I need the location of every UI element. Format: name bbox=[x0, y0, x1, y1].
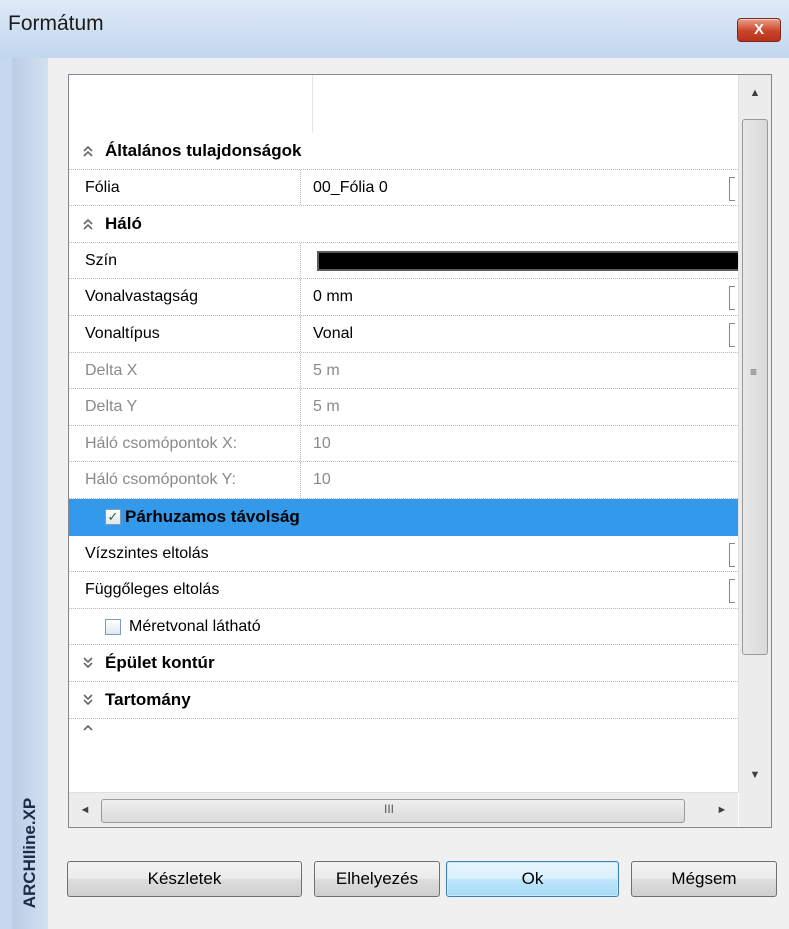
side-brand-label: ARCHIline.XP bbox=[12, 778, 48, 928]
horizontal-scroll-thumb[interactable]: III bbox=[101, 799, 685, 823]
category-building-outline-label: Épület kontúr bbox=[105, 653, 215, 673]
ok-button[interactable]: Ok bbox=[446, 861, 619, 897]
property-value-line-type[interactable]: Vonal bbox=[313, 316, 738, 352]
property-name: Delta Y bbox=[69, 389, 301, 425]
parallel-distance-checkbox[interactable]: ✓ bbox=[105, 508, 121, 525]
expand-chevron-icon[interactable] bbox=[81, 693, 95, 707]
close-icon: X bbox=[753, 21, 764, 38]
property-row-nodes-x: Háló csomópontok X: 10 bbox=[69, 425, 738, 463]
property-row-line-type[interactable]: Vonaltípus Vonal bbox=[69, 315, 738, 353]
dropdown-edge[interactable] bbox=[729, 579, 735, 604]
property-rows: Általános tulajdonságok Fólia 00_Fólia 0… bbox=[69, 133, 738, 735]
property-row-delta-y: Delta Y 5 m bbox=[69, 389, 738, 426]
horizontal-scrollbar[interactable]: ◄ III ► bbox=[69, 792, 738, 827]
property-name: Fólia bbox=[69, 169, 301, 206]
scrollbar-corner bbox=[739, 793, 771, 827]
category-building-outline[interactable]: Épület kontúr bbox=[69, 645, 738, 682]
cancel-button[interactable]: Mégsem bbox=[631, 861, 777, 897]
property-row-delta-x: Delta X 5 m bbox=[69, 352, 738, 390]
property-row-vertical-offset[interactable]: Függőleges eltolás bbox=[69, 572, 738, 609]
property-value-color[interactable] bbox=[313, 243, 738, 279]
color-swatch[interactable] bbox=[317, 250, 738, 271]
property-name: Háló csomópontok X: bbox=[69, 425, 301, 462]
category-parallel-distance[interactable]: ✓ Párhuzamos távolság bbox=[69, 498, 738, 536]
category-range[interactable]: Tartomány bbox=[69, 681, 738, 719]
property-value-nodes-x: 10 bbox=[313, 434, 331, 452]
dropdown-edge[interactable] bbox=[729, 176, 735, 201]
category-range-label: Tartomány bbox=[105, 689, 191, 709]
category-grid-label: Háló bbox=[105, 214, 142, 234]
property-name: Vonaltípus bbox=[69, 315, 301, 352]
scroll-left-arrow-icon[interactable]: ◄ bbox=[71, 793, 99, 827]
title-bar: Formátum X bbox=[0, 0, 789, 58]
scroll-right-arrow-icon[interactable]: ► bbox=[708, 793, 736, 827]
property-row-dimension-visible[interactable]: Méretvonal látható bbox=[69, 609, 738, 646]
property-value-folia[interactable]: 00_Fólia 0 bbox=[313, 170, 738, 206]
grid-header-separator bbox=[312, 75, 313, 133]
property-name: Függőleges eltolás bbox=[85, 581, 220, 599]
property-row-line-width[interactable]: Vonalvastagság 0 mm bbox=[69, 279, 738, 316]
checkmark-icon: ✓ bbox=[107, 508, 119, 524]
category-parallel-label: Párhuzamos távolság bbox=[125, 506, 300, 526]
dropdown-edge[interactable] bbox=[729, 286, 735, 311]
property-value-delta-y: 5 m bbox=[313, 398, 340, 416]
property-row-folia[interactable]: Fólia 00_Fólia 0 bbox=[69, 169, 738, 207]
property-grid: Általános tulajdonságok Fólia 00_Fólia 0… bbox=[68, 74, 772, 828]
property-value-nodes-y: 10 bbox=[313, 471, 331, 489]
dimension-visible-checkbox[interactable] bbox=[105, 618, 121, 635]
category-general[interactable]: Általános tulajdonságok bbox=[69, 133, 738, 170]
category-general-label: Általános tulajdonságok bbox=[105, 141, 302, 160]
property-name: Vonalvastagság bbox=[69, 279, 301, 315]
collapse-chevron-icon[interactable] bbox=[81, 217, 95, 231]
scroll-down-arrow-icon[interactable]: ▼ bbox=[739, 757, 771, 793]
property-name: Háló csomópontok Y: bbox=[69, 462, 301, 498]
property-row-color[interactable]: Szín bbox=[69, 242, 738, 280]
property-row-nodes-y: Háló csomópontok Y: 10 bbox=[69, 462, 738, 499]
dropdown-edge[interactable] bbox=[729, 542, 735, 567]
property-value-line-width[interactable]: 0 mm bbox=[313, 279, 738, 315]
presets-button[interactable]: Készletek bbox=[67, 861, 302, 897]
expand-chevron-icon[interactable] bbox=[81, 656, 95, 670]
property-row-horizontal-offset[interactable]: Vízszintes eltolás bbox=[69, 536, 738, 573]
grip-icon: ≡ bbox=[750, 365, 758, 379]
property-name: Vízszintes eltolás bbox=[85, 544, 209, 562]
vertical-scrollbar[interactable]: ▲ ≡ ▼ bbox=[738, 75, 771, 793]
window-title: Formátum bbox=[8, 12, 104, 35]
vertical-scroll-thumb[interactable]: ≡ bbox=[742, 119, 768, 655]
property-value-delta-x: 5 m bbox=[313, 361, 340, 379]
placement-button[interactable]: Elhelyezés bbox=[314, 861, 440, 897]
category-grid[interactable]: Háló bbox=[69, 206, 738, 243]
dropdown-edge[interactable] bbox=[729, 322, 735, 347]
grid-header bbox=[69, 75, 738, 134]
grip-icon: III bbox=[384, 802, 395, 816]
collapse-chevron-icon bbox=[83, 724, 93, 731]
scroll-up-arrow-icon[interactable]: ▲ bbox=[739, 75, 771, 111]
property-name: Méretvonal látható bbox=[129, 617, 261, 635]
category-partially-visible bbox=[69, 718, 738, 735]
property-name: Delta X bbox=[69, 352, 301, 389]
property-name: Szín bbox=[69, 242, 301, 279]
collapse-chevron-icon[interactable] bbox=[81, 144, 95, 158]
side-brand-text: ARCHIline.XP bbox=[20, 797, 39, 909]
close-button[interactable]: X bbox=[737, 18, 781, 42]
